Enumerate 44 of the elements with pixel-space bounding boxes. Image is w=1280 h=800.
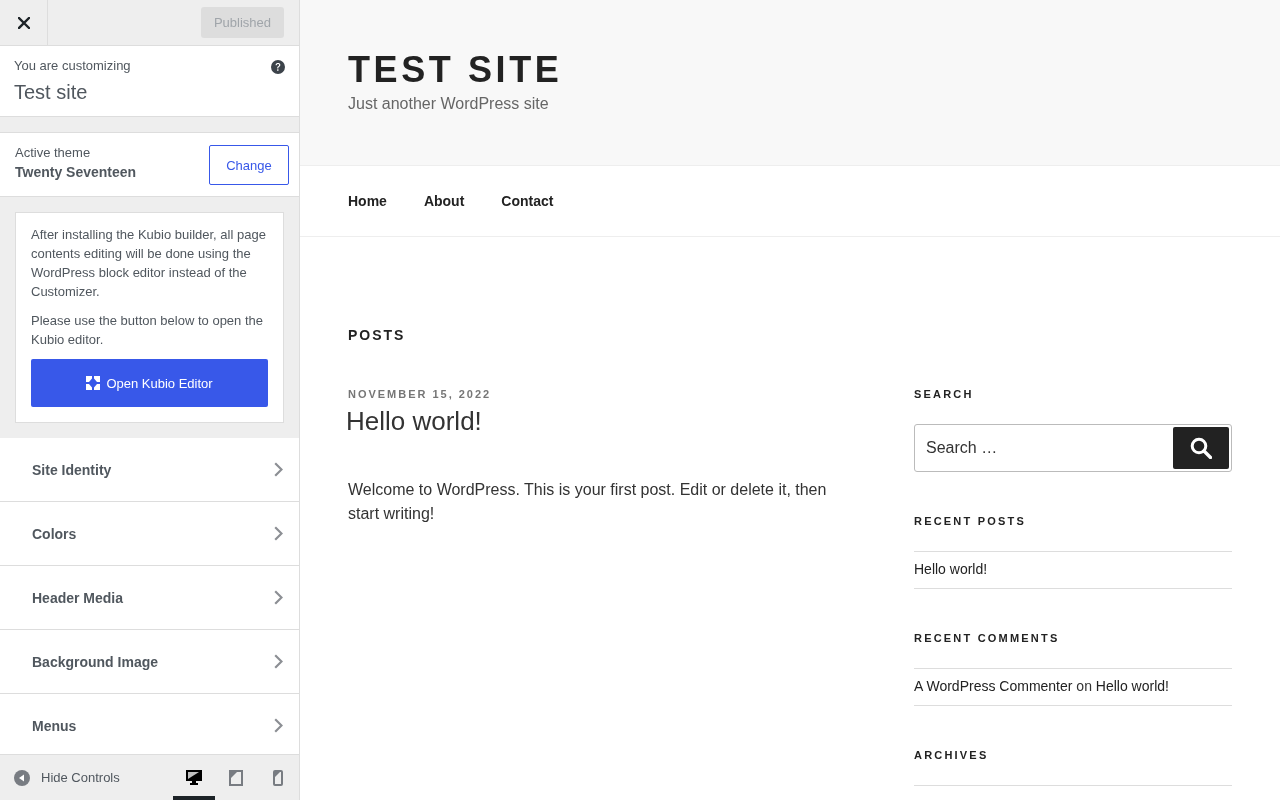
post-link[interactable]: Hello world! [914,561,988,577]
chevron-right-icon [274,462,283,477]
comment-author-link[interactable]: A WordPress Commenter [914,678,1073,694]
chevron-right-icon [274,590,283,605]
chevron-right-icon [274,654,283,669]
section-item[interactable]: Colors [0,502,299,566]
tablet-icon [229,769,243,786]
site-tagline: Just another WordPress site [348,94,550,114]
comment-post-link[interactable]: Hello world! [1095,678,1169,694]
logo-icon [86,376,101,390]
page-heading: POSTS [348,326,407,345]
customizing-label: You are customizing [14,58,131,74]
site-name: Test site [14,80,89,105]
hide-controls-button[interactable]: Hide Controls [14,769,120,786]
widget-title: RECENT COMMENTS [914,631,1061,646]
theme-label: Active theme [15,145,92,161]
section-item[interactable]: Header Media [0,566,299,630]
close-icon [17,16,30,29]
help-icon[interactable] [271,60,285,74]
post-title[interactable]: Hello world! [346,405,482,437]
notice-text: After installing the Kubio builder, all page contents editing will be done using the WordPress block editor instead of the Customizer. [31,226,267,301]
search-icon [1190,437,1212,459]
nav-link[interactable]: Home [348,193,387,209]
comment-connector-text: on [1076,678,1092,694]
widget-title: ARCHIVES [914,748,990,763]
section-item[interactable]: Menus [0,694,299,754]
section-item[interactable]: Background Image [0,630,299,694]
chevron-right-icon [274,526,283,541]
change-theme-button[interactable]: Change [209,145,289,185]
theme-name: Twenty Seventeen [15,163,137,181]
section-item[interactable]: Site Identity [0,438,299,502]
nav-link[interactable]: About [423,193,465,209]
widget-title: SEARCH [914,387,975,402]
search-button[interactable] [1173,427,1229,469]
notice-text: Please use the button below to open the Kubio editor. [31,312,264,349]
chevron-right-icon [274,718,283,733]
monitor-icon [186,770,202,785]
post-date: NOVEMBER 15, 2022 [348,387,492,402]
phone-icon [273,769,283,786]
site-title: TEST SITE [348,48,564,92]
post-body: Welcome to WordPress. This is your first post. Edit or delete it, then start writing! [348,480,828,524]
nav-link[interactable]: Contact [501,193,554,209]
widget-title: RECENT POSTS [914,514,1027,529]
open-editor-button[interactable]: Open Kubio Editor [31,359,268,407]
